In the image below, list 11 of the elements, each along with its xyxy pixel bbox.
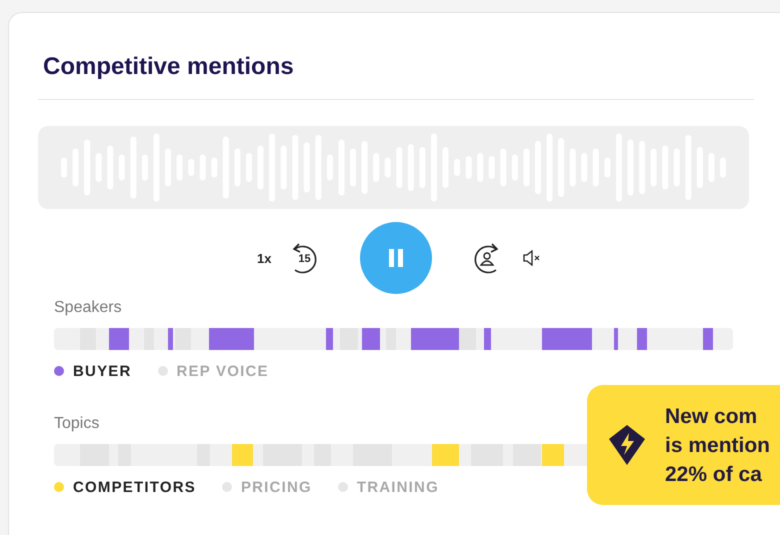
mute-icon[interactable] [522, 250, 542, 266]
section-label: Topics [54, 414, 100, 434]
lightning-shield-icon [607, 423, 647, 467]
speed-label[interactable]: 1x [257, 250, 272, 266]
legend-label[interactable]: COMPETITORS [73, 478, 196, 496]
pause-icon [388, 249, 404, 267]
section-label: Speakers [54, 298, 122, 318]
card-title: Competitive mentions [43, 52, 295, 82]
notification-text: New com is mention 22% of ca [665, 404, 770, 488]
legend-label[interactable]: BUYER [73, 362, 132, 380]
rewind-button[interactable]: 15 [287, 240, 322, 276]
